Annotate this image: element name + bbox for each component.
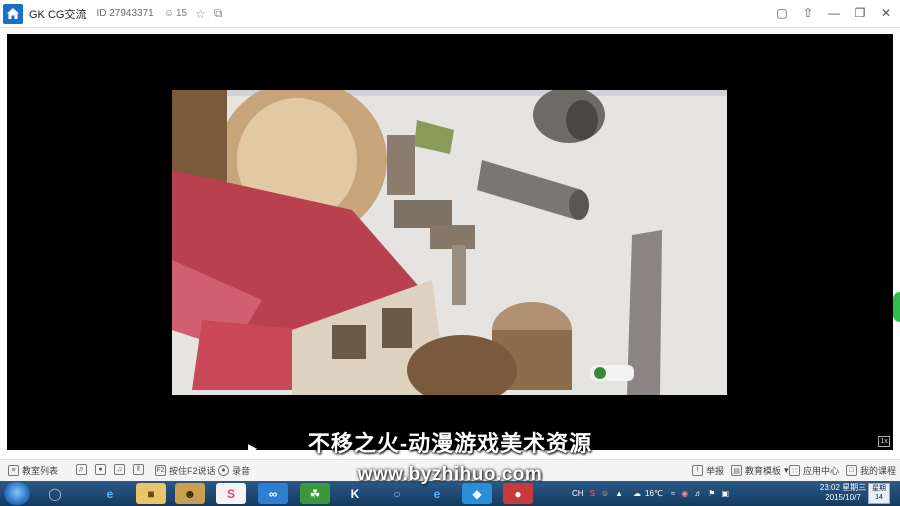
app-diamond-icon[interactable]: ◆	[462, 483, 492, 504]
app-fish-icon[interactable]: ○	[382, 483, 412, 504]
tray-arrow-icon[interactable]: ▲	[615, 489, 623, 498]
weather-cloud-icon[interactable]: ☁	[633, 489, 641, 498]
home-icon	[7, 8, 19, 19]
volume-icon[interactable]: ♬	[694, 489, 702, 498]
shared-video[interactable]	[172, 90, 727, 395]
title-bar: GK CG交流 ID 27943371 ☺ 15 ☆ ⧉ ▢ ⇧ — ❐ ✕	[0, 0, 900, 28]
tray-flag-icon[interactable]: ⚑	[708, 489, 715, 498]
site-watermark: www.byzhihuo.com	[357, 464, 543, 485]
sogou-icon[interactable]: S	[590, 489, 595, 498]
star-icon[interactable]: ☆	[195, 7, 206, 21]
video-subtitle: 不移之火-动漫游戏美术资源	[307, 431, 593, 456]
app-leaf-icon[interactable]: ☘	[300, 483, 330, 504]
temperature: 16℃	[645, 489, 663, 498]
share-icon[interactable]: ⧉	[214, 6, 223, 21]
skin-button[interactable]: ▢	[772, 3, 792, 23]
network-icon[interactable]: ≈	[671, 489, 675, 498]
restore-button[interactable]: ❐	[850, 3, 870, 23]
taskbar-clock[interactable]: 23:02 星期三 2015/10/7	[818, 483, 868, 503]
tray-face-icon[interactable]: ☺	[601, 489, 609, 498]
ie-icon-2[interactable]: e	[422, 483, 452, 504]
pin-icon[interactable]: ⇧	[798, 3, 818, 23]
side-float-button[interactable]	[893, 292, 900, 322]
close-button[interactable]: ✕	[876, 3, 896, 23]
video-frame-illustration	[172, 90, 727, 395]
ime-indicator[interactable]: CH	[572, 489, 584, 498]
ie-icon[interactable]: e	[95, 483, 125, 504]
app-window: GK CG交流 ID 27943371 ☺ 15 ☆ ⧉ ▢ ⇧ — ❐ ✕ 1…	[0, 0, 900, 506]
app-red-icon[interactable]: ●	[503, 483, 533, 504]
tray-app-icon[interactable]: ▣	[721, 489, 729, 498]
online-count-value: 15	[175, 8, 188, 19]
clock-date: 2015/10/7	[825, 493, 861, 502]
taskbar-app-circle[interactable]: ◯	[40, 483, 70, 504]
person-icon: ☺	[163, 8, 174, 19]
room-name: GK CG交流	[29, 8, 87, 21]
room-id: ID 27943371	[96, 8, 154, 19]
app-avatar-icon[interactable]: ☻	[175, 483, 205, 504]
online-count: ☺ 15	[164, 8, 187, 19]
minimize-button[interactable]: —	[824, 3, 844, 23]
calendar-day: 14	[875, 494, 883, 501]
app-infinity-icon[interactable]: ∞	[258, 483, 288, 504]
calendar-badge[interactable]: 星期 14	[868, 483, 890, 504]
window-controls: ▢ ⇧ — ❐ ✕	[772, 3, 896, 23]
home-button[interactable]	[3, 3, 23, 24]
app-s-icon[interactable]: S	[216, 483, 246, 504]
tray-security-icon[interactable]: ◉	[681, 489, 688, 498]
folder-icon[interactable]: ■	[136, 483, 166, 504]
video-stage: 1x	[7, 34, 893, 450]
app-k-icon[interactable]: K	[340, 483, 370, 504]
